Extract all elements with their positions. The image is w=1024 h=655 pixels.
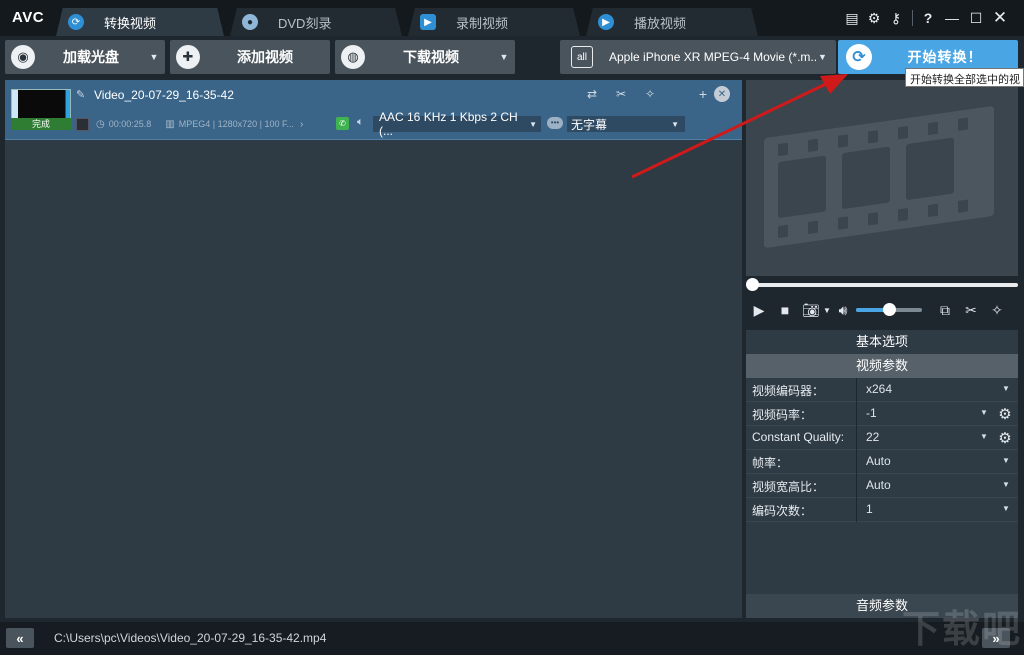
play-button[interactable]: ▶ [748,299,770,321]
seek-track[interactable] [752,283,1018,287]
speaker-icon: 🔈︎ [357,116,364,128]
snapshot-icon[interactable]: 📷︎ [800,299,822,321]
collapse-left-button[interactable]: « [6,628,34,648]
chevron-down-icon: ▼ [1002,384,1010,393]
film-strip-icon [764,105,994,249]
tab-convert-video[interactable]: ⟳ 转换视频 [56,8,224,36]
cut-icon[interactable]: ✂ [960,299,982,321]
globe-download-icon: ◍ [341,45,365,69]
chevron-down-icon[interactable]: ▼ [497,52,511,62]
disc-add-icon: ◉ [11,45,35,69]
chevron-right-icon: › [299,118,304,130]
add-icon[interactable]: + [695,86,711,102]
chevron-down-icon[interactable]: ▼ [147,52,161,62]
tab-record-video[interactable]: ▶ 录制视频 [408,8,580,36]
film-add-icon: ✚ [176,45,200,69]
volume-handle[interactable] [883,303,896,316]
video-preview [746,80,1018,276]
chevron-down-icon: ▼ [1002,480,1010,489]
effects-icon[interactable]: ✧ [986,299,1008,321]
seek-bar[interactable] [746,276,1018,294]
start-convert-tooltip: 开始转换全部选中的视 [905,68,1024,87]
gear-icon[interactable]: ⚙ [996,429,1014,447]
file-path: C:\Users\pc\Videos\Video_20-07-29_16-35-… [54,631,327,645]
remove-icon[interactable]: ✕ [714,86,730,102]
close-icon[interactable]: ✕ [990,8,1010,28]
option-frame-rate[interactable]: 帧率： Auto ▼ [746,450,1018,474]
sync-icon[interactable]: ⇄ [584,86,600,102]
output-profile-select[interactable]: all Apple iPhone XR MPEG-4 Movie (*.m...… [560,40,836,74]
option-video-encoder[interactable]: 视频编码器： x264 ▼ [746,378,1018,402]
file-name: Video_20-07-29_16-35-42 [94,88,234,102]
option-constant-quality[interactable]: Constant Quality: 22 ▼ ⚙ [746,426,1018,450]
cut-icon[interactable]: ✂ [613,86,629,102]
app-logo: AVC [12,9,45,26]
file-list[interactable]: 完成 ✎ Video_20-07-29_16-35-42 ⇄ ✂ ✧ + ✕ ◷… [5,80,742,618]
chevron-down-icon: ▼ [980,432,988,441]
window-icon[interactable]: ⧉ [934,299,956,321]
play-icon: ▶ [598,14,614,30]
refresh-icon: ⟳ [846,44,872,70]
key-icon[interactable]: ⚷ [886,8,906,28]
gear-icon[interactable]: ⚙ [996,405,1014,423]
list-item[interactable]: 完成 ✎ Video_20-07-29_16-35-42 ⇄ ✂ ✧ + ✕ ◷… [5,80,742,140]
convert-icon: ⟳ [68,14,84,30]
option-aspect-ratio[interactable]: 视频宽高比： Auto ▼ [746,474,1018,498]
camera-icon: ▶ [420,14,436,30]
volume-slider[interactable] [856,303,922,316]
options-panel: 基本选项 视频参数 视频编码器： x264 ▼ 视频码率： -1 ▼ ⚙ Con… [746,330,1018,618]
duration: 00:00:25.8 [108,119,152,129]
status-bar: « C:\Users\pc\Videos\Video_20-07-29_16-3… [0,622,1024,655]
seek-handle[interactable] [746,278,759,291]
add-video-button[interactable]: ✚ 添加视频 [170,40,330,74]
stop-button[interactable]: ■ [774,299,796,321]
chevron-down-icon: ▼ [980,408,988,417]
audio-track-select[interactable]: AAC 16 KHz 1 Kbps 2 CH (... ▼ [373,110,541,138]
chevron-down-icon[interactable]: ▼ [822,299,832,321]
subtitle-select[interactable]: 无字幕 ▼ [567,116,685,132]
chevron-down-icon: ▼ [1002,504,1010,513]
help-button[interactable]: ? [918,8,938,28]
divider [912,10,913,26]
tab-dvd-burn[interactable]: ● DVD刻录 [230,8,402,36]
tab-play-video[interactable]: ▶ 播放视频 [586,8,758,36]
effects-icon[interactable]: ✧ [642,86,658,102]
chevron-down-icon: ▼ [818,52,827,62]
basic-options-header[interactable]: 基本选项 [746,330,1018,354]
gear-icon[interactable]: ⚙ [864,8,884,28]
option-video-bitrate[interactable]: 视频码率： -1 ▼ ⚙ [746,402,1018,426]
watermark: 下载吧 [902,609,1023,651]
file-meta: ◷ 00:00:25.8 ▥ MPEG4 | 1280x720 | 100 F.… [76,116,307,132]
video-options-header[interactable]: 视频参数 [746,354,1018,378]
chevron-down-icon: ▼ [671,119,679,129]
edit-name-icon[interactable]: ✎ [76,88,85,101]
player-controls: ▶ ■ 📷︎ ▼ 🔊︎ ⧉ ✂ ✧ [746,296,1018,324]
title-bar: AVC ⟳ 转换视频 ● DVD刻录 ▶ 录制视频 ▶ 播放视频 ▤ ⚙ ⚷ ?… [0,0,1024,36]
clock-icon: ◷ [96,118,105,130]
status-badge: 完成 [11,118,71,130]
film-icon: ▥ [165,118,175,130]
profile-label: Apple iPhone XR MPEG-4 Movie (*.m... [609,50,818,64]
chevron-down-icon: ▼ [1002,456,1010,465]
select-checkbox[interactable] [76,117,89,131]
profile-all-icon: all [571,46,593,68]
log-icon[interactable]: ▤ [842,8,862,28]
volume-icon[interactable]: 🔊︎ [832,299,854,321]
download-video-button[interactable]: ◍ 下载视频 ▼ [335,40,515,74]
video-info: MPEG4 | 1280x720 | 100 F... [178,119,294,129]
minimize-icon[interactable]: — [942,8,962,28]
maximize-icon[interactable]: ☐ [966,8,986,28]
option-encode-passes[interactable]: 编码次数： 1 ▼ [746,498,1018,522]
disc-icon: ● [242,14,258,30]
chevron-down-icon: ▼ [529,119,537,129]
phone-icon: ✆ [336,117,349,130]
load-disc-button[interactable]: ◉ 加载光盘 ▼ [5,40,165,74]
subtitle-icon: ••• [547,117,563,129]
